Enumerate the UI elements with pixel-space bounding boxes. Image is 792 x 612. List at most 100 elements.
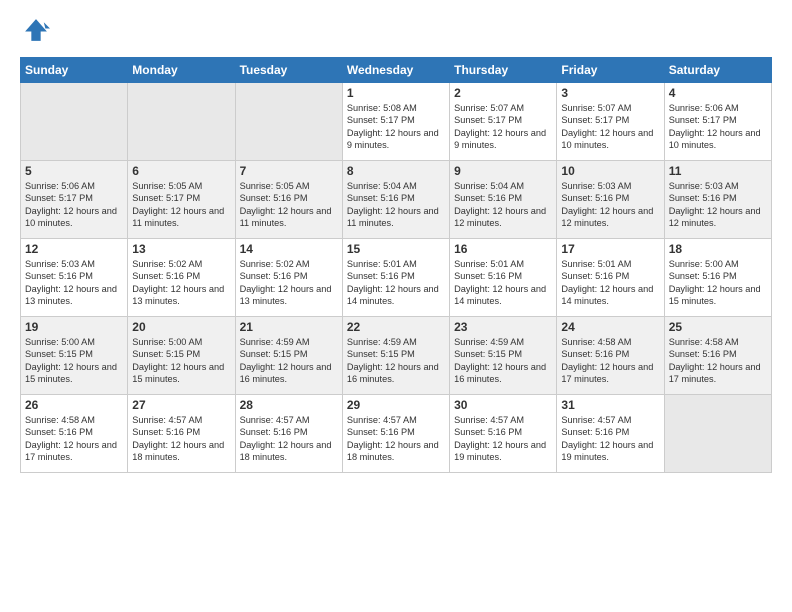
cell-info: Sunrise: 5:05 AMSunset: 5:16 PMDaylight:…: [240, 181, 332, 228]
calendar-cell: 13 Sunrise: 5:02 AMSunset: 5:16 PMDaylig…: [128, 239, 235, 317]
day-number: 28: [240, 398, 338, 412]
cell-info: Sunrise: 4:59 AMSunset: 5:15 PMDaylight:…: [240, 337, 332, 384]
calendar-cell: 29 Sunrise: 4:57 AMSunset: 5:16 PMDaylig…: [342, 395, 449, 473]
cell-info: Sunrise: 4:57 AMSunset: 5:16 PMDaylight:…: [240, 415, 332, 462]
weekday-header: Saturday: [664, 58, 771, 83]
calendar-cell: 22 Sunrise: 4:59 AMSunset: 5:15 PMDaylig…: [342, 317, 449, 395]
cell-info: Sunrise: 5:04 AMSunset: 5:16 PMDaylight:…: [454, 181, 546, 228]
day-number: 21: [240, 320, 338, 334]
day-number: 7: [240, 164, 338, 178]
day-number: 25: [669, 320, 767, 334]
calendar-cell: 1 Sunrise: 5:08 AMSunset: 5:17 PMDayligh…: [342, 83, 449, 161]
day-number: 9: [454, 164, 552, 178]
day-number: 23: [454, 320, 552, 334]
calendar-cell: 9 Sunrise: 5:04 AMSunset: 5:16 PMDayligh…: [450, 161, 557, 239]
calendar-cell: 27 Sunrise: 4:57 AMSunset: 5:16 PMDaylig…: [128, 395, 235, 473]
cell-info: Sunrise: 5:01 AMSunset: 5:16 PMDaylight:…: [561, 259, 653, 306]
day-number: 12: [25, 242, 123, 256]
day-number: 2: [454, 86, 552, 100]
calendar-week-row: 19 Sunrise: 5:00 AMSunset: 5:15 PMDaylig…: [21, 317, 772, 395]
calendar-cell: 24 Sunrise: 4:58 AMSunset: 5:16 PMDaylig…: [557, 317, 664, 395]
calendar-cell: 12 Sunrise: 5:03 AMSunset: 5:16 PMDaylig…: [21, 239, 128, 317]
day-number: 18: [669, 242, 767, 256]
calendar-cell: 6 Sunrise: 5:05 AMSunset: 5:17 PMDayligh…: [128, 161, 235, 239]
day-number: 31: [561, 398, 659, 412]
day-number: 14: [240, 242, 338, 256]
weekday-header: Monday: [128, 58, 235, 83]
cell-info: Sunrise: 4:57 AMSunset: 5:16 PMDaylight:…: [561, 415, 653, 462]
weekday-header: Tuesday: [235, 58, 342, 83]
calendar-cell: 15 Sunrise: 5:01 AMSunset: 5:16 PMDaylig…: [342, 239, 449, 317]
cell-info: Sunrise: 4:58 AMSunset: 5:16 PMDaylight:…: [561, 337, 653, 384]
cell-info: Sunrise: 5:01 AMSunset: 5:16 PMDaylight:…: [454, 259, 546, 306]
cell-info: Sunrise: 5:03 AMSunset: 5:16 PMDaylight:…: [561, 181, 653, 228]
day-number: 27: [132, 398, 230, 412]
cell-info: Sunrise: 5:00 AMSunset: 5:16 PMDaylight:…: [669, 259, 761, 306]
cell-info: Sunrise: 4:58 AMSunset: 5:16 PMDaylight:…: [25, 415, 117, 462]
header-row: SundayMondayTuesdayWednesdayThursdayFrid…: [21, 58, 772, 83]
day-number: 6: [132, 164, 230, 178]
calendar-cell: [128, 83, 235, 161]
calendar-cell: 10 Sunrise: 5:03 AMSunset: 5:16 PMDaylig…: [557, 161, 664, 239]
calendar-week-row: 5 Sunrise: 5:06 AMSunset: 5:17 PMDayligh…: [21, 161, 772, 239]
cell-info: Sunrise: 5:05 AMSunset: 5:17 PMDaylight:…: [132, 181, 224, 228]
cell-info: Sunrise: 5:06 AMSunset: 5:17 PMDaylight:…: [25, 181, 117, 228]
day-number: 10: [561, 164, 659, 178]
cell-info: Sunrise: 4:58 AMSunset: 5:16 PMDaylight:…: [669, 337, 761, 384]
cell-info: Sunrise: 5:01 AMSunset: 5:16 PMDaylight:…: [347, 259, 439, 306]
day-number: 3: [561, 86, 659, 100]
day-number: 1: [347, 86, 445, 100]
day-number: 4: [669, 86, 767, 100]
cell-info: Sunrise: 5:07 AMSunset: 5:17 PMDaylight:…: [561, 103, 653, 150]
day-number: 26: [25, 398, 123, 412]
cell-info: Sunrise: 4:57 AMSunset: 5:16 PMDaylight:…: [347, 415, 439, 462]
cell-info: Sunrise: 5:03 AMSunset: 5:16 PMDaylight:…: [669, 181, 761, 228]
calendar-cell: 28 Sunrise: 4:57 AMSunset: 5:16 PMDaylig…: [235, 395, 342, 473]
day-number: 5: [25, 164, 123, 178]
day-number: 24: [561, 320, 659, 334]
calendar-week-row: 1 Sunrise: 5:08 AMSunset: 5:17 PMDayligh…: [21, 83, 772, 161]
cell-info: Sunrise: 4:57 AMSunset: 5:16 PMDaylight:…: [454, 415, 546, 462]
calendar-cell: 31 Sunrise: 4:57 AMSunset: 5:16 PMDaylig…: [557, 395, 664, 473]
calendar-cell: 23 Sunrise: 4:59 AMSunset: 5:15 PMDaylig…: [450, 317, 557, 395]
calendar-cell: 16 Sunrise: 5:01 AMSunset: 5:16 PMDaylig…: [450, 239, 557, 317]
calendar-cell: [21, 83, 128, 161]
calendar-cell: 2 Sunrise: 5:07 AMSunset: 5:17 PMDayligh…: [450, 83, 557, 161]
calendar-cell: 21 Sunrise: 4:59 AMSunset: 5:15 PMDaylig…: [235, 317, 342, 395]
cell-info: Sunrise: 5:02 AMSunset: 5:16 PMDaylight:…: [132, 259, 224, 306]
day-number: 30: [454, 398, 552, 412]
day-number: 16: [454, 242, 552, 256]
weekday-header: Wednesday: [342, 58, 449, 83]
day-number: 13: [132, 242, 230, 256]
calendar-cell: 11 Sunrise: 5:03 AMSunset: 5:16 PMDaylig…: [664, 161, 771, 239]
cell-info: Sunrise: 5:00 AMSunset: 5:15 PMDaylight:…: [25, 337, 117, 384]
logo: [20, 16, 50, 49]
calendar-cell: 4 Sunrise: 5:06 AMSunset: 5:17 PMDayligh…: [664, 83, 771, 161]
logo-icon: [22, 16, 50, 44]
calendar-cell: [235, 83, 342, 161]
calendar-cell: 8 Sunrise: 5:04 AMSunset: 5:16 PMDayligh…: [342, 161, 449, 239]
cell-info: Sunrise: 5:02 AMSunset: 5:16 PMDaylight:…: [240, 259, 332, 306]
calendar-cell: 26 Sunrise: 4:58 AMSunset: 5:16 PMDaylig…: [21, 395, 128, 473]
cell-info: Sunrise: 5:08 AMSunset: 5:17 PMDaylight:…: [347, 103, 439, 150]
cell-info: Sunrise: 4:59 AMSunset: 5:15 PMDaylight:…: [454, 337, 546, 384]
cell-info: Sunrise: 4:59 AMSunset: 5:15 PMDaylight:…: [347, 337, 439, 384]
day-number: 15: [347, 242, 445, 256]
day-number: 8: [347, 164, 445, 178]
cell-info: Sunrise: 5:00 AMSunset: 5:15 PMDaylight:…: [132, 337, 224, 384]
calendar-cell: 5 Sunrise: 5:06 AMSunset: 5:17 PMDayligh…: [21, 161, 128, 239]
cell-info: Sunrise: 5:04 AMSunset: 5:16 PMDaylight:…: [347, 181, 439, 228]
cell-info: Sunrise: 4:57 AMSunset: 5:16 PMDaylight:…: [132, 415, 224, 462]
day-number: 17: [561, 242, 659, 256]
calendar-cell: 20 Sunrise: 5:00 AMSunset: 5:15 PMDaylig…: [128, 317, 235, 395]
calendar-cell: 14 Sunrise: 5:02 AMSunset: 5:16 PMDaylig…: [235, 239, 342, 317]
header: [20, 16, 772, 49]
calendar-table: SundayMondayTuesdayWednesdayThursdayFrid…: [20, 57, 772, 473]
day-number: 11: [669, 164, 767, 178]
weekday-header: Sunday: [21, 58, 128, 83]
calendar-cell: 19 Sunrise: 5:00 AMSunset: 5:15 PMDaylig…: [21, 317, 128, 395]
calendar-week-row: 12 Sunrise: 5:03 AMSunset: 5:16 PMDaylig…: [21, 239, 772, 317]
calendar-cell: 18 Sunrise: 5:00 AMSunset: 5:16 PMDaylig…: [664, 239, 771, 317]
weekday-header: Friday: [557, 58, 664, 83]
day-number: 19: [25, 320, 123, 334]
